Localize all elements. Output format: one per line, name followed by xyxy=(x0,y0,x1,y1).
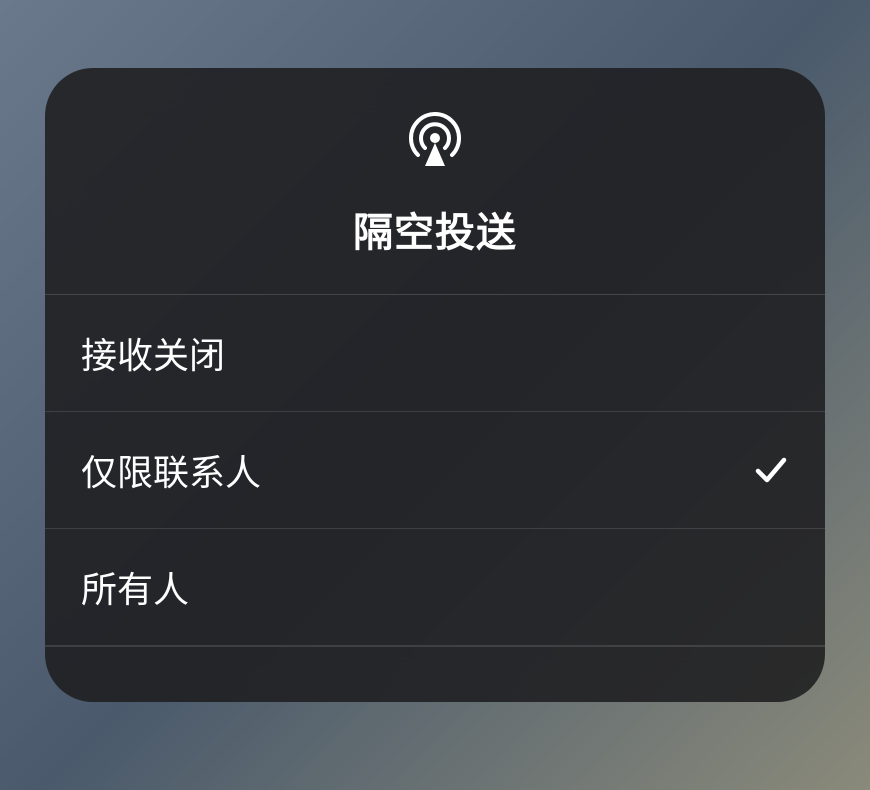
checkmark-icon xyxy=(753,452,789,488)
option-label: 接收关闭 xyxy=(81,327,225,379)
panel-title: 隔空投送 xyxy=(353,200,517,258)
option-label: 所有人 xyxy=(81,561,189,613)
airdrop-icon xyxy=(403,108,467,172)
panel-header: 隔空投送 xyxy=(45,68,825,295)
option-receiving-off[interactable]: 接收关闭 xyxy=(45,295,825,412)
panel-footer-space xyxy=(45,646,825,702)
option-label: 仅限联系人 xyxy=(81,444,261,496)
airdrop-panel: 隔空投送 接收关闭 仅限联系人 所有人 xyxy=(45,68,825,702)
option-contacts-only[interactable]: 仅限联系人 xyxy=(45,412,825,529)
option-everyone[interactable]: 所有人 xyxy=(45,529,825,646)
